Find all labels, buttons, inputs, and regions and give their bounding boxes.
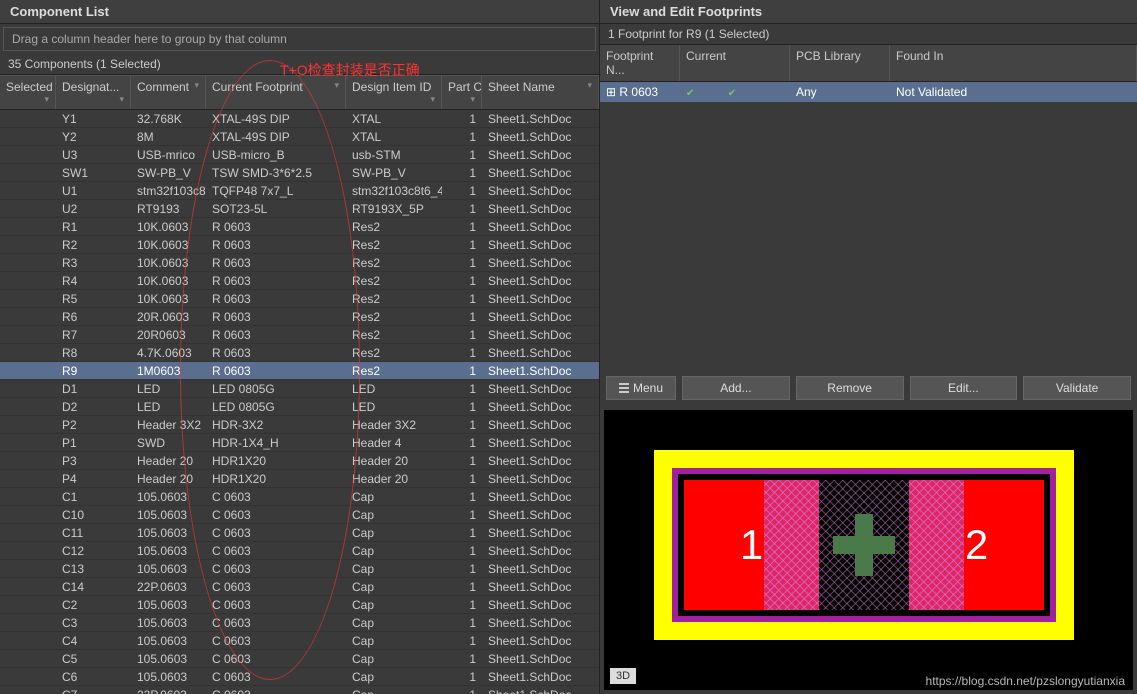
col-sheet-name[interactable]: Sheet Name▾ <box>482 76 599 109</box>
table-row[interactable]: R720R0603R 0603Res21Sheet1.SchDoc <box>0 326 599 344</box>
edit-button[interactable]: Edit... <box>910 376 1018 400</box>
pcb-keepout: 1 2 <box>654 450 1074 640</box>
table-row[interactable]: C1422P.0603C 0603Cap1Sheet1.SchDoc <box>0 578 599 596</box>
table-row[interactable]: C3105.0603C 0603Cap1Sheet1.SchDoc <box>0 614 599 632</box>
table-row[interactable]: R210K.0603R 0603Res21Sheet1.SchDoc <box>0 236 599 254</box>
table-row[interactable]: C2105.0603C 0603Cap1Sheet1.SchDoc <box>0 596 599 614</box>
table-row[interactable]: R110K.0603R 0603Res21Sheet1.SchDoc <box>0 218 599 236</box>
footprint-panel: View and Edit Footprints 1 Footprint for… <box>600 0 1137 694</box>
table-row[interactable]: C1105.0603C 0603Cap1Sheet1.SchDoc <box>0 488 599 506</box>
table-row[interactable]: R410K.0603R 0603Res21Sheet1.SchDoc <box>0 272 599 290</box>
pad-paste <box>764 480 819 610</box>
table-row[interactable]: R310K.0603R 0603Res21Sheet1.SchDoc <box>0 254 599 272</box>
filter-icon[interactable]: ▾ <box>587 80 592 91</box>
col-designator[interactable]: Designat...▾ <box>56 76 131 109</box>
pad-number: 2 <box>965 521 988 569</box>
menu-button[interactable]: Menu <box>606 376 676 400</box>
table-row[interactable]: U2RT9193SOT23-5LRT9193X_5P1Sheet1.SchDoc <box>0 200 599 218</box>
table-row[interactable]: P3Header 20HDR1X20Header 201Sheet1.SchDo… <box>0 452 599 470</box>
column-headers: Selected▾ Designat...▾ Comment▾ Current … <box>0 75 599 110</box>
filter-icon[interactable]: ▾ <box>334 80 339 91</box>
menu-icon <box>619 383 629 393</box>
table-row[interactable]: C5105.0603C 0603Cap1Sheet1.SchDoc <box>0 650 599 668</box>
pad-1[interactable]: 1 <box>684 480 819 610</box>
footprint-status: 1 Footprint for R9 (1 Selected) <box>600 24 1137 45</box>
spacer <box>600 102 1137 370</box>
remove-button[interactable]: Remove <box>796 376 904 400</box>
filter-icon[interactable]: ▾ <box>119 94 124 105</box>
table-row[interactable]: D1LEDLED 0805GLED1Sheet1.SchDoc <box>0 380 599 398</box>
pad-2[interactable]: 2 <box>909 480 1044 610</box>
pcb-body: 1 2 <box>678 474 1050 616</box>
table-row[interactable]: R91M0603R 0603Res21Sheet1.SchDoc <box>0 362 599 380</box>
table-row[interactable]: P2Header 3X2HDR-3X2Header 3X21Sheet1.Sch… <box>0 416 599 434</box>
footprint-title: View and Edit Footprints <box>600 0 1137 24</box>
table-row[interactable]: SW1SW-PB_VTSW SMD-3*6*2.5SW-PB_V1Sheet1.… <box>0 164 599 182</box>
table-row[interactable]: P4Header 20HDR1X20Header 201Sheet1.SchDo… <box>0 470 599 488</box>
table-row[interactable]: C13105.0603C 0603Cap1Sheet1.SchDoc <box>0 560 599 578</box>
check-icon: ✔ <box>686 88 694 99</box>
col-fp-found[interactable]: Found In <box>890 45 1137 81</box>
footprint-row[interactable]: ⊞ R 0603 ✔ ✔ Any Not Validated <box>600 82 1137 102</box>
add-button[interactable]: Add... <box>682 376 790 400</box>
table-row[interactable]: P1SWDHDR-1X4_HHeader 41Sheet1.SchDoc <box>0 434 599 452</box>
watermark: https://blog.csdn.net/pzslongyutianxia <box>926 674 1125 688</box>
view-3d-button[interactable]: 3D <box>610 668 636 684</box>
col-fp-current[interactable]: Current <box>680 45 790 81</box>
pad-number: 1 <box>740 521 763 569</box>
table-row[interactable]: R510K.0603R 0603Res21Sheet1.SchDoc <box>0 290 599 308</box>
solder-mask <box>819 480 909 610</box>
table-row[interactable]: R84.7K.0603R 0603Res21Sheet1.SchDoc <box>0 344 599 362</box>
col-design-item[interactable]: Design Item ID▾ <box>346 76 442 109</box>
component-list-panel: Component List Drag a column header here… <box>0 0 600 694</box>
col-comment[interactable]: Comment▾ <box>131 76 206 109</box>
fp-library: Any <box>790 85 890 99</box>
table-row[interactable]: C4105.0603C 0603Cap1Sheet1.SchDoc <box>0 632 599 650</box>
table-row[interactable]: R620R.0603R 0603Res21Sheet1.SchDoc <box>0 308 599 326</box>
table-row[interactable]: C6105.0603C 0603Cap1Sheet1.SchDoc <box>0 668 599 686</box>
filter-icon[interactable]: ▾ <box>470 94 475 105</box>
fp-name: R 0603 <box>619 85 658 99</box>
table-row[interactable]: U3USB-mricoUSB-micro_Busb-STM1Sheet1.Sch… <box>0 146 599 164</box>
component-rows[interactable]: Y132.768KXTAL-49S DIPXTAL1Sheet1.SchDocY… <box>0 110 599 694</box>
col-part-count[interactable]: Part C...▾ <box>442 76 482 109</box>
table-row[interactable]: C11105.0603C 0603Cap1Sheet1.SchDoc <box>0 524 599 542</box>
selection-status: 35 Components (1 Selected) <box>0 54 599 75</box>
table-row[interactable]: C722P.0603C 0603Cap1Sheet1.SchDoc <box>0 686 599 694</box>
filter-icon[interactable]: ▾ <box>194 80 199 91</box>
check-icon: ✔ <box>728 88 736 99</box>
footprint-icon: ⊞ <box>606 85 616 99</box>
table-row[interactable]: Y28MXTAL-49S DIPXTAL1Sheet1.SchDoc <box>0 128 599 146</box>
table-row[interactable]: C10105.0603C 0603Cap1Sheet1.SchDoc <box>0 506 599 524</box>
pad-paste <box>909 480 964 610</box>
col-fp-name[interactable]: Footprint N... <box>600 45 680 81</box>
col-footprint[interactable]: Current Footprint▾ <box>206 76 346 109</box>
component-list-title: Component List <box>0 0 599 24</box>
col-fp-library[interactable]: PCB Library <box>790 45 890 81</box>
table-row[interactable]: Y132.768KXTAL-49S DIPXTAL1Sheet1.SchDoc <box>0 110 599 128</box>
pcb-courtyard: 1 2 <box>672 468 1056 622</box>
col-selected[interactable]: Selected▾ <box>0 76 56 109</box>
validate-button[interactable]: Validate <box>1023 376 1131 400</box>
fp-found: Not Validated <box>890 85 1137 99</box>
footprint-columns: Footprint N... Current PCB Library Found… <box>600 45 1137 82</box>
table-row[interactable]: C12105.0603C 0603Cap1Sheet1.SchDoc <box>0 542 599 560</box>
group-by-bar[interactable]: Drag a column header here to group by th… <box>3 27 596 51</box>
footprint-viewer[interactable]: 1 2 3D <box>604 410 1133 690</box>
button-row: Menu Add... Remove Edit... Validate <box>600 370 1137 406</box>
filter-icon[interactable]: ▾ <box>430 94 435 105</box>
table-row[interactable]: D2LEDLED 0805GLED1Sheet1.SchDoc <box>0 398 599 416</box>
filter-icon[interactable]: ▾ <box>44 94 49 105</box>
table-row[interactable]: U1stm32f103c8TQFP48 7x7_Lstm32f103c8t6_4… <box>0 182 599 200</box>
